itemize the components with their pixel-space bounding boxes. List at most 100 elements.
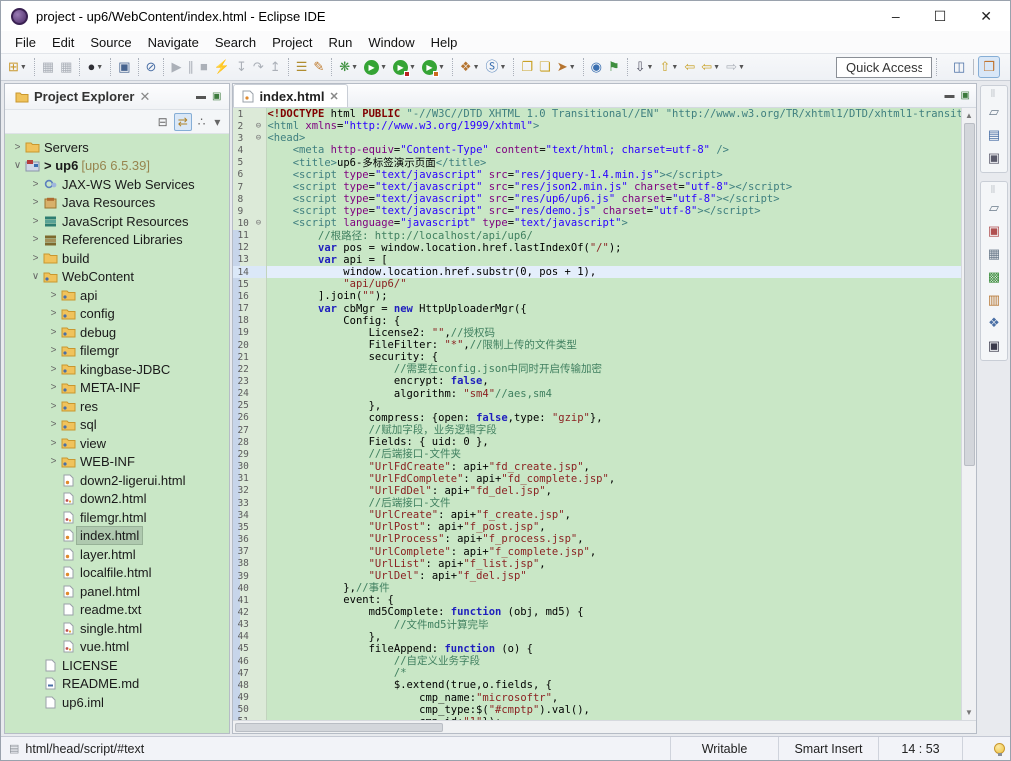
vertical-scrollbar[interactable]: ▲ ▼ — [961, 108, 976, 720]
chevron-down-icon[interactable]: ▼ — [438, 64, 445, 71]
tree-item-sql[interactable]: >sql — [5, 416, 229, 435]
tree-item-view[interactable]: >view — [5, 434, 229, 453]
tree-item-servers[interactable]: >Servers — [5, 138, 229, 157]
maximize-view-icon[interactable]: ▣ — [212, 91, 221, 102]
chevron-down-icon[interactable]: ▼ — [738, 64, 745, 71]
tree-item-up6[interactable]: ∨> up6[up6 6.5.39] — [5, 157, 229, 176]
expand-icon[interactable]: > — [47, 401, 60, 412]
chevron-down-icon[interactable]: ▼ — [380, 64, 387, 71]
minimize-view-icon[interactable]: ▬ — [196, 91, 206, 102]
scroll-down-icon[interactable]: ▼ — [965, 705, 973, 720]
menu-file[interactable]: File — [7, 33, 44, 52]
tree-item-referenced-libraries[interactable]: >Referenced Libraries — [5, 231, 229, 250]
tree-item-vue-html[interactable]: vue.html — [5, 638, 229, 657]
menu-search[interactable]: Search — [207, 33, 264, 52]
fold-collapse-icon[interactable]: ⊖ — [253, 133, 263, 143]
link-with-editor-icon[interactable]: ⇄ — [174, 113, 192, 131]
import-archive-button[interactable]: ❐ — [519, 56, 535, 78]
expand-icon[interactable]: > — [11, 142, 24, 153]
drag-handle-icon[interactable]: ⣿ — [990, 89, 997, 97]
expand-icon[interactable]: > — [47, 438, 60, 449]
expand-icon[interactable]: > — [47, 290, 60, 301]
expand-icon[interactable]: > — [47, 419, 60, 430]
tree-item-index-html[interactable]: index.html — [5, 527, 229, 546]
tree-item-filemgr[interactable]: >filemgr — [5, 342, 229, 361]
filters-icon[interactable]: ∴ — [195, 114, 209, 130]
palette-view-icon[interactable]: ▩ — [988, 269, 1000, 285]
tips-button[interactable] — [988, 743, 1010, 754]
collapse-icon[interactable]: ∨ — [11, 160, 24, 171]
outline-view-icon[interactable]: ▤ — [988, 127, 1000, 143]
servers-view-icon[interactable]: ❖ — [988, 315, 1000, 331]
tree-item-up6-iml[interactable]: up6.iml — [5, 693, 229, 712]
tree-item-config[interactable]: >config — [5, 305, 229, 324]
menu-navigate[interactable]: Navigate — [140, 33, 207, 52]
restore-trim-icon[interactable]: ▱ — [989, 104, 999, 120]
templates-view-icon[interactable]: ▣ — [988, 150, 1000, 166]
tree-item-down2-ligerui-html[interactable]: down2-ligerui.html — [5, 471, 229, 490]
maximize-button[interactable]: ☐ — [934, 8, 947, 25]
minimize-editor-icon[interactable]: ▬ — [945, 90, 955, 101]
console-view-icon[interactable]: ▣ — [988, 338, 1000, 354]
new-web-project-button[interactable]: ❖▼ — [458, 56, 482, 78]
chevron-down-icon[interactable]: ▼ — [500, 64, 507, 71]
chevron-down-icon[interactable]: ▼ — [569, 64, 576, 71]
launch-external-button[interactable]: ➤▼ — [555, 56, 578, 78]
expand-icon[interactable]: > — [29, 234, 42, 245]
expand-icon[interactable]: > — [47, 345, 60, 356]
tree-item-api[interactable]: >api — [5, 286, 229, 305]
restore-trim-icon[interactable]: ▱ — [989, 200, 999, 216]
show-in-view-button[interactable]: ⚑ — [606, 56, 622, 78]
snippets-view-icon[interactable]: ▥ — [988, 292, 1000, 308]
chevron-down-icon[interactable]: ▼ — [671, 64, 678, 71]
menu-source[interactable]: Source — [82, 33, 139, 52]
maximize-editor-icon[interactable]: ▣ — [961, 90, 970, 101]
tree-item-jax-ws-web-services[interactable]: >JAX-WS Web Services — [5, 175, 229, 194]
tree-item-kingbase-jdbc[interactable]: >kingbase-JDBC — [5, 360, 229, 379]
vertical-scrollbar-thumb[interactable] — [964, 123, 975, 466]
fold-collapse-icon[interactable]: ⊖ — [253, 218, 263, 228]
chevron-down-icon[interactable]: ▼ — [96, 64, 103, 71]
collapse-all-icon[interactable]: ⊟ — [155, 114, 171, 130]
import-button[interactable]: ⇩▼ — [633, 56, 656, 78]
menu-edit[interactable]: Edit — [44, 33, 82, 52]
expand-icon[interactable]: > — [29, 197, 42, 208]
tree-item-build[interactable]: >build — [5, 249, 229, 268]
web-perspective-button[interactable]: ❒ — [978, 56, 1000, 78]
collapse-icon[interactable]: ∨ — [29, 271, 42, 282]
menu-help[interactable]: Help — [423, 33, 466, 52]
menu-window[interactable]: Window — [360, 33, 422, 52]
horizontal-scrollbar-thumb[interactable] — [235, 723, 443, 732]
menu-project[interactable]: Project — [264, 33, 320, 52]
open-perspective-button[interactable]: ◫ — [949, 57, 969, 77]
tree-item-javascript-resources[interactable]: >JavaScript Resources — [5, 212, 229, 231]
skip-all-breakpoints-button[interactable]: ⊘ — [144, 56, 159, 78]
chevron-down-icon[interactable]: ▼ — [713, 64, 720, 71]
drag-handle-icon[interactable]: ⣿ — [990, 185, 997, 193]
properties-view-icon[interactable]: ▦ — [988, 246, 1000, 262]
tree-item-web-inf[interactable]: >WEB-INF — [5, 453, 229, 472]
tree-item-res[interactable]: >res — [5, 397, 229, 416]
fold-collapse-icon[interactable]: ⊖ — [253, 121, 263, 131]
view-menu-icon[interactable]: ▾ — [211, 114, 223, 130]
mark-occurrences-button[interactable]: ☰ — [294, 56, 310, 78]
expand-icon[interactable]: > — [47, 308, 60, 319]
scroll-up-icon[interactable]: ▲ — [965, 108, 973, 123]
web-services-button[interactable]: Ⓢ▼ — [484, 56, 509, 78]
tree-item-readme-txt[interactable]: readme.txt — [5, 601, 229, 620]
expand-icon[interactable]: > — [47, 382, 60, 393]
tree-item-single-html[interactable]: single.html — [5, 619, 229, 638]
horizontal-scrollbar[interactable] — [233, 720, 976, 733]
last-edit-location-button[interactable]: ⇦ — [682, 56, 697, 78]
project-explorer-tab[interactable]: Project Explorer ✕ — [9, 86, 156, 108]
export-button[interactable]: ⇧▼ — [657, 56, 680, 78]
run-button[interactable]: ▶▼ — [362, 56, 389, 78]
tree-item-webcontent[interactable]: ∨WebContent — [5, 268, 229, 287]
chevron-down-icon[interactable]: ▼ — [20, 64, 27, 71]
chevron-down-icon[interactable]: ▼ — [473, 64, 480, 71]
expand-icon[interactable]: > — [29, 179, 42, 190]
debug-button[interactable]: ❋▼ — [337, 56, 360, 78]
close-button[interactable]: ✕ — [980, 8, 992, 25]
expand-icon[interactable]: > — [47, 364, 60, 375]
tree-item-down2-html[interactable]: down2.html — [5, 490, 229, 509]
